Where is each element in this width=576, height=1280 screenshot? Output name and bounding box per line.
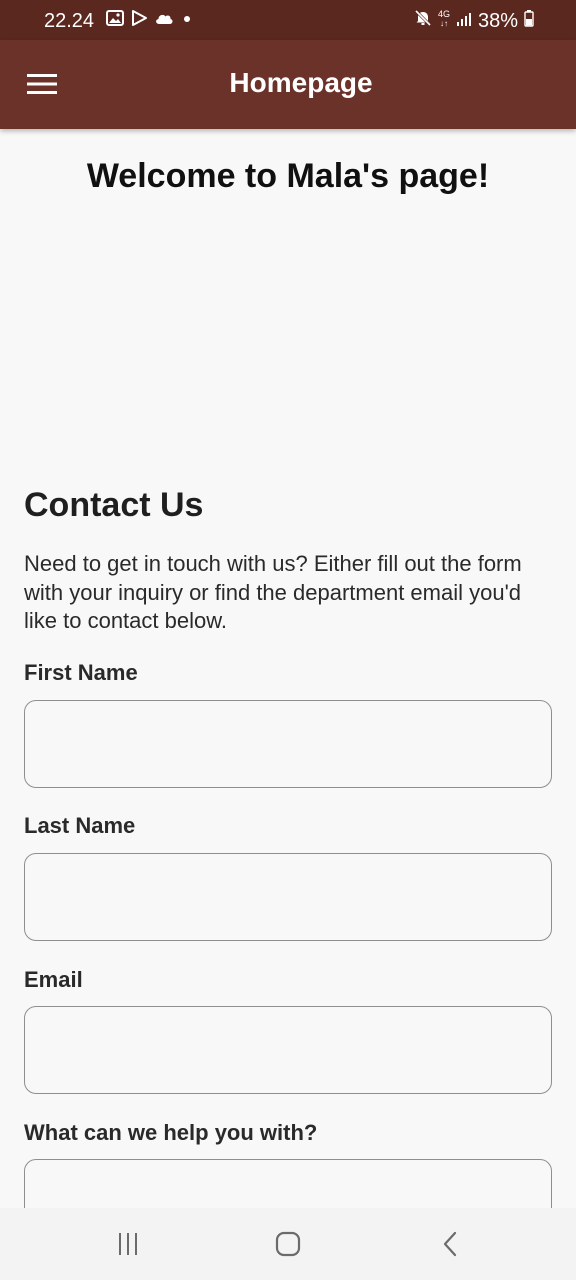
play-store-icon [130,9,148,32]
mute-icon [414,9,432,33]
first-name-label: First Name [24,660,138,685]
app-bar-title: Homepage [229,67,373,98]
network-type: 4G ↓↑ [437,9,450,29]
status-time: 22.24 [44,10,95,32]
contact-heading: Contact Us [24,486,204,524]
recent-apps-icon [119,1233,137,1255]
back-icon [443,1231,457,1257]
status-bar: 22.24 4G ↓↑ 38% [0,0,576,40]
last-name-input[interactable] [24,853,552,941]
battery-percentage: 38% [477,9,518,32]
welcome-title: Welcome to Mala's page! [86,157,490,195]
home-icon [275,1231,301,1257]
status-system-icons: 4G ↓↑ 38% [414,9,534,33]
help-label: What can we help you with? [24,1120,318,1145]
battery-icon [524,9,534,33]
first-name-input[interactable] [24,700,552,788]
back-button[interactable] [420,1224,480,1264]
system-navigation-bar [0,1208,576,1280]
app-bar: Homepage [0,40,576,129]
notification-dot-icon [180,11,194,30]
cloud-icon [154,11,174,30]
recent-apps-button[interactable] [98,1224,158,1264]
gallery-icon [106,9,124,31]
email-label: Email [24,967,83,992]
home-button[interactable] [258,1224,318,1264]
last-name-label: Last Name [24,813,136,838]
contact-intro-text: Need to get in touch with us? Either fil… [24,551,522,633]
email-input[interactable] [24,1006,552,1094]
status-notification-icons [106,9,194,32]
signal-icon [456,10,472,33]
